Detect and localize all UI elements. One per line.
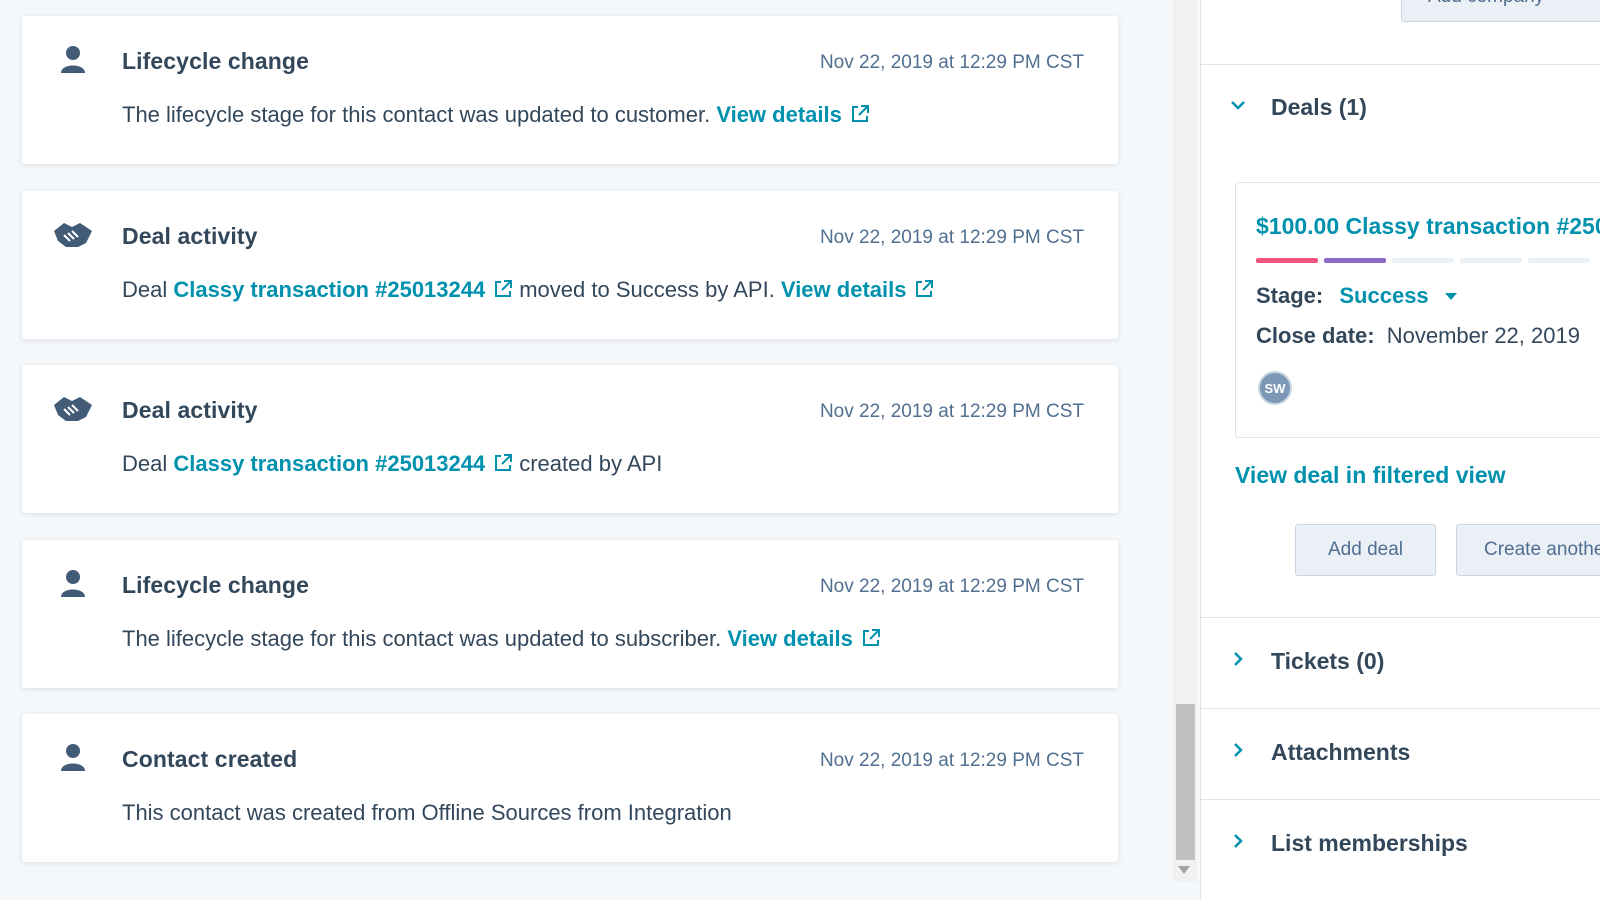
close-date-label: Close date: xyxy=(1256,323,1375,348)
scroll-down-arrow-icon[interactable] xyxy=(1178,866,1190,874)
stage-label: Stage: xyxy=(1256,283,1324,308)
deal-stage-row: Stage: Success xyxy=(1256,283,1457,309)
stage-value: Success xyxy=(1339,283,1429,308)
event-text: Deal xyxy=(122,277,174,302)
scrollbar-thumb[interactable] xyxy=(1176,704,1195,860)
stage-dropdown[interactable]: Success xyxy=(1339,283,1457,308)
event-body: The lifecycle stage for this contact was… xyxy=(122,102,876,130)
timeline-event-card: Lifecycle change Nov 22, 2019 at 12:29 P… xyxy=(22,540,1118,688)
event-text: moved to Success by API. xyxy=(519,277,781,302)
event-timestamp: Nov 22, 2019 at 12:29 PM CST xyxy=(819,227,1084,248)
stage-progress-segment xyxy=(1392,258,1454,263)
stage-progress-segment xyxy=(1256,258,1318,263)
chevron-down-icon xyxy=(1229,96,1247,119)
timeline-event-card: Deal activity Nov 22, 2019 at 12:29 PM C… xyxy=(22,191,1118,339)
event-title: Lifecycle change xyxy=(122,48,309,74)
handshake-icon xyxy=(50,217,96,253)
add-deal-button[interactable]: Add deal xyxy=(1295,524,1436,576)
person-icon xyxy=(50,42,96,78)
stage-progress-segment xyxy=(1324,258,1386,263)
timeline-event-card: Deal activity Nov 22, 2019 at 12:29 PM C… xyxy=(22,365,1118,513)
create-deal-button[interactable]: Create another deal xyxy=(1456,524,1600,576)
deal-name-link[interactable]: $100.00 Classy transaction #25013244 xyxy=(1256,213,1600,240)
view-details-link[interactable]: View details xyxy=(716,102,842,127)
external-link-icon[interactable] xyxy=(493,453,513,479)
close-date-value: November 22, 2019 xyxy=(1386,323,1580,348)
section-divider xyxy=(1201,617,1600,618)
attachments-section-title: Attachments xyxy=(1271,739,1411,765)
event-body: Deal Classy transaction #25013244 created… xyxy=(122,451,662,479)
view-details-link[interactable]: View details xyxy=(781,277,907,302)
section-divider xyxy=(1201,64,1600,65)
view-details-link[interactable]: View details xyxy=(727,626,853,651)
section-divider xyxy=(1201,708,1600,709)
timeline-event-card: Lifecycle change Nov 22, 2019 at 12:29 P… xyxy=(22,16,1118,164)
tickets-section-toggle[interactable]: Tickets (0) xyxy=(1229,648,1384,675)
add-deal-label: Add deal xyxy=(1327,539,1403,560)
chevron-right-icon xyxy=(1229,741,1247,764)
stage-progress-segment xyxy=(1460,258,1522,263)
view-deal-filtered-link[interactable]: View deal in filtered view xyxy=(1235,462,1506,489)
caret-down-icon xyxy=(1444,293,1457,300)
add-company-label: Add company xyxy=(1428,0,1544,8)
attachments-section-toggle[interactable]: Attachments xyxy=(1229,739,1410,766)
event-title: Contact created xyxy=(122,746,298,772)
event-text: Deal xyxy=(122,451,174,476)
deal-link[interactable]: Classy transaction #25013244 xyxy=(173,277,485,302)
event-title: Deal activity xyxy=(122,397,258,423)
deals-section-toggle[interactable]: Deals (1) xyxy=(1229,94,1367,121)
person-icon xyxy=(50,740,96,776)
list-memberships-section-title: List memberships xyxy=(1271,830,1468,856)
list-memberships-section-toggle[interactable]: List memberships xyxy=(1229,830,1468,857)
deal-link[interactable]: Classy transaction #25013244 xyxy=(173,451,485,476)
right-sidebar: Add company Deals (1) $100.00 Classy tra… xyxy=(1200,0,1600,900)
event-body: The lifecycle stage for this contact was… xyxy=(122,626,887,654)
event-text: This contact was created from Offline So… xyxy=(122,800,732,825)
event-text: created by API xyxy=(519,451,663,476)
event-timestamp: Nov 22, 2019 at 12:29 PM CST xyxy=(819,750,1084,771)
event-text: The lifecycle stage for this contact was… xyxy=(122,102,717,127)
chevron-right-icon xyxy=(1229,650,1247,673)
handshake-icon xyxy=(50,391,96,427)
deal-close-date-row: Close date: November 22, 2019 xyxy=(1256,323,1580,349)
event-body: This contact was created from Offline So… xyxy=(122,800,732,826)
chevron-right-icon xyxy=(1229,832,1247,855)
tickets-section-title: Tickets (0) xyxy=(1271,648,1385,674)
section-divider xyxy=(1201,799,1600,800)
owner-avatar[interactable]: SW xyxy=(1258,371,1292,405)
add-company-button[interactable]: Add company xyxy=(1401,0,1600,22)
external-link-icon[interactable] xyxy=(861,628,881,654)
timeline-event-card: Contact created Nov 22, 2019 at 12:29 PM… xyxy=(22,714,1118,862)
deals-section-title: Deals (1) xyxy=(1271,94,1367,120)
person-icon xyxy=(50,566,96,602)
event-text: The lifecycle stage for this contact was… xyxy=(122,626,728,651)
event-body: Deal Classy transaction #25013244 moved t… xyxy=(122,277,940,305)
create-deal-label: Create another deal xyxy=(1484,539,1600,560)
external-link-icon[interactable] xyxy=(850,104,870,130)
stage-progress-segment xyxy=(1528,258,1590,263)
event-title: Lifecycle change xyxy=(122,572,309,598)
event-title: Deal activity xyxy=(122,223,258,249)
event-timestamp: Nov 22, 2019 at 12:29 PM CST xyxy=(819,401,1084,422)
external-link-icon[interactable] xyxy=(914,279,934,305)
deal-card: $100.00 Classy transaction #25013244 Sta… xyxy=(1235,182,1600,438)
external-link-icon[interactable] xyxy=(493,279,513,305)
activity-timeline: Lifecycle change Nov 22, 2019 at 12:29 P… xyxy=(0,0,1200,900)
event-timestamp: Nov 22, 2019 at 12:29 PM CST xyxy=(819,52,1084,73)
event-timestamp: Nov 22, 2019 at 12:29 PM CST xyxy=(819,576,1084,597)
